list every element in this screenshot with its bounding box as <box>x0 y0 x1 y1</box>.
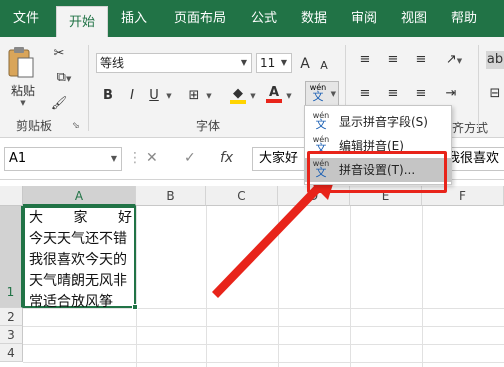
name-box[interactable]: A1 ▼ <box>4 147 122 171</box>
cell-a1-line-5: 常适合放风筝 <box>29 294 113 310</box>
chevron-down-icon[interactable]: ▼ <box>277 54 291 72</box>
row-header-3[interactable]: 3 <box>0 326 23 344</box>
cancel-entry-icon[interactable]: ✕ <box>146 150 158 166</box>
chevron-down-icon[interactable]: ▼ <box>237 54 251 72</box>
cell-a1-line-4: 天气晴朗无风非 <box>29 273 127 289</box>
tab-formulas[interactable]: 公式 <box>242 0 286 37</box>
formula-text-right: 我很喜欢 <box>447 151 500 166</box>
column-header-b[interactable]: B <box>136 186 206 206</box>
clipboard-group-label: 剪贴板 <box>16 119 53 133</box>
phonetic-icon: wén 文 <box>309 83 327 103</box>
font-size-value: 11 <box>260 56 276 70</box>
font-color-dropdown-icon[interactable]: ▼ <box>284 87 294 105</box>
copy-icon[interactable]: ⧉▼ <box>50 69 78 88</box>
insert-function-icon[interactable]: fx <box>220 150 233 166</box>
tab-page-layout[interactable]: 页面布局 <box>164 0 236 37</box>
column-header-c[interactable]: C <box>206 186 278 206</box>
fill-color-icon[interactable]: ◆ <box>230 85 246 104</box>
align-left-icon[interactable]: ≡ <box>358 85 372 103</box>
paste-icon <box>8 47 34 78</box>
merge-icon[interactable]: ⊟ <box>486 85 504 103</box>
tab-view[interactable]: 视图 <box>392 0 436 37</box>
row-header-1[interactable]: 1 <box>0 206 23 308</box>
highlight-box <box>307 151 447 193</box>
clipboard-launcher-icon[interactable]: ⬂ <box>72 117 80 135</box>
underline-dropdown-icon[interactable]: ▼ <box>164 87 174 105</box>
border-dropdown-icon[interactable]: ▼ <box>204 87 214 105</box>
cut-icon[interactable]: ✂ <box>50 45 68 63</box>
shrink-font-label: A <box>320 59 328 72</box>
underline-button[interactable]: U <box>146 87 162 105</box>
row-header-2[interactable]: 2 <box>0 308 23 326</box>
phonetic-button[interactable]: wén 文 ▼ <box>305 81 339 107</box>
font-size-combo[interactable]: 11 ▼ <box>256 53 292 73</box>
italic-button[interactable]: I <box>124 87 140 105</box>
worksheet-grid[interactable]: A B C D E F 1 2 3 4 大 家 好 今天天气还不错 我很喜欢今天… <box>0 181 504 367</box>
cell-a1[interactable]: 大 家 好 今天天气还不错 我很喜欢今天的 天气晴朗无风非 常适合放风筝 <box>23 206 136 310</box>
paste-button[interactable]: 粘贴 ▼ <box>6 45 40 107</box>
grow-font-button[interactable]: A <box>298 55 312 73</box>
alignment-group-label: 齐方式 <box>452 121 489 135</box>
ribbon-tab-bar: 文件 开始 插入 页面布局 公式 数据 审阅 视图 帮助 <box>0 0 504 37</box>
cell-a1-line-1: 大 家 好 <box>29 210 132 226</box>
align-middle-icon[interactable]: ≡ <box>386 51 400 69</box>
align-right-icon[interactable]: ≡ <box>414 85 428 103</box>
phonetic-icon: wén 文 <box>312 111 330 131</box>
bold-button[interactable]: B <box>100 87 116 105</box>
border-icon[interactable]: ⊞ <box>186 87 202 105</box>
grow-font-label: A <box>300 56 310 72</box>
align-bottom-icon[interactable]: ≡ <box>414 51 428 69</box>
indent-icon[interactable]: ⇥ <box>444 85 458 103</box>
select-all-corner[interactable] <box>0 186 23 206</box>
font-name-value: 等线 <box>100 56 125 70</box>
tab-insert[interactable]: 插入 <box>112 0 156 37</box>
menu-item-show-phonetic[interactable]: wén 文 显示拼音字段(S) <box>305 110 451 134</box>
tab-file[interactable]: 文件 <box>4 0 48 37</box>
name-box-value: A1 <box>9 151 27 166</box>
tab-data[interactable]: 数据 <box>292 0 336 37</box>
column-header-a[interactable]: A <box>23 186 136 206</box>
phonetic-dropdown-icon[interactable]: ▼ <box>331 90 336 98</box>
cell-a1-line-2: 今天天气还不错 <box>29 231 127 247</box>
font-color-button[interactable]: A <box>266 84 282 103</box>
wrap-text-icon[interactable]: ab <box>486 51 504 69</box>
font-group-label: 字体 <box>196 119 221 133</box>
paste-label: 粘贴 <box>10 84 35 98</box>
font-name-combo[interactable]: 等线 ▼ <box>96 53 252 73</box>
shrink-font-button[interactable]: A <box>318 57 330 75</box>
orientation-icon[interactable]: ↗▼ <box>444 51 464 70</box>
tab-help[interactable]: 帮助 <box>442 0 486 37</box>
formula-bar-splitter-icon[interactable]: ⋮ <box>128 150 142 166</box>
align-center-icon[interactable]: ≡ <box>386 85 400 103</box>
tab-home[interactable]: 开始 <box>56 6 108 37</box>
tab-review[interactable]: 审阅 <box>342 0 386 37</box>
fill-color-dropdown-icon[interactable]: ▼ <box>248 87 258 105</box>
align-top-icon[interactable]: ≡ <box>358 51 372 69</box>
cell-a1-line-3: 我很喜欢今天的 <box>29 252 127 268</box>
paste-dropdown-icon[interactable]: ▼ <box>6 99 40 107</box>
format-painter-icon[interactable]: 🖌 <box>50 95 68 113</box>
fill-handle[interactable] <box>132 304 138 310</box>
row-header-4[interactable]: 4 <box>0 344 23 362</box>
confirm-entry-icon[interactable]: ✓ <box>184 150 196 166</box>
menu-item-label: 显示拼音字段(S) <box>339 115 428 129</box>
formula-text-left: 大家好 <box>259 151 299 166</box>
chevron-down-icon[interactable]: ▼ <box>111 148 117 170</box>
font-color-label: A <box>268 85 280 100</box>
